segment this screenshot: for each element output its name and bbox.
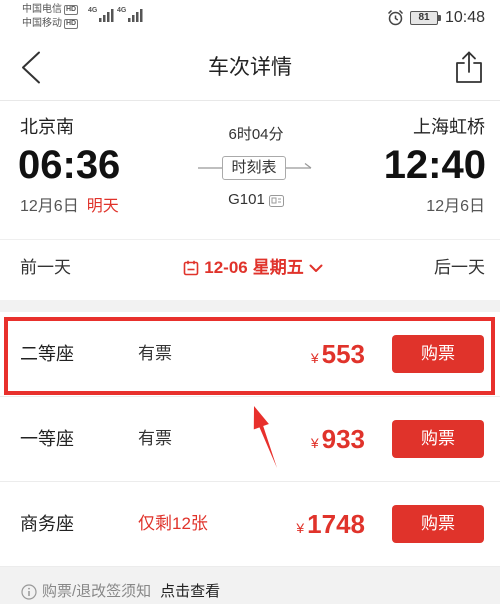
train-detail-screen: 中国电信 HD 中国移动 HD 4G 4G 81 10:48 车次详情 北京南 … (0, 0, 500, 604)
arrival-station: 上海虹桥 (413, 117, 485, 137)
seat-class: 一等座 (20, 429, 74, 449)
departure-date: 12月6日 明天 (20, 197, 119, 217)
alarm-clock-icon (387, 9, 404, 26)
currency-symbol: ¥ (310, 350, 319, 366)
header-divider (0, 100, 500, 101)
seat-row: 商务座 仅剩12张 ¥1748 购票 (0, 482, 500, 567)
network-type: 4G (88, 7, 98, 14)
buy-button[interactable]: 购票 (392, 420, 484, 458)
back-button[interactable] (18, 51, 44, 85)
seat-class: 商务座 (20, 514, 74, 534)
seat-availability: 仅剩12张 (138, 514, 208, 533)
chevron-down-icon (309, 264, 323, 272)
page-title: 车次详情 (208, 56, 292, 79)
carrier-1: 中国电信 HD (22, 3, 79, 17)
arrival-time: 12:40 (383, 143, 486, 187)
footer-notice-bar: 购票/退改签须知 点击查看 (0, 567, 500, 604)
battery-nub (438, 15, 441, 21)
departure-time: 06:36 (18, 143, 121, 187)
timetable-link[interactable]: 时刻表 (196, 155, 316, 181)
price-value: 553 (321, 339, 365, 369)
notice-text: 购票/退改签须知 (42, 583, 152, 600)
section-separator (0, 300, 500, 312)
status-time: 10:48 (444, 9, 485, 26)
current-weekday: 星期五 (252, 258, 304, 277)
hd-badge: HD (64, 19, 79, 29)
timetable-button[interactable]: 时刻表 (222, 156, 286, 180)
day-tag: 明天 (86, 198, 119, 215)
carrier-info: 中国电信 HD 中国移动 HD (22, 3, 79, 31)
currency-symbol: ¥ (296, 520, 305, 536)
train-number: G101 (228, 191, 265, 208)
train-number-row: G101 (196, 190, 316, 210)
trip-divider (0, 239, 500, 240)
id-card-icon (268, 194, 284, 207)
buy-button[interactable]: 购票 (392, 505, 484, 543)
currency-symbol: ¥ (310, 435, 319, 451)
seat-price: ¥553 (311, 339, 365, 374)
battery-level: 81 (410, 11, 438, 25)
footer-notice: 购票/退改签须知 点击查看 (21, 582, 220, 602)
current-date: 12-06 (204, 258, 248, 277)
carrier-name: 中国电信 (22, 4, 62, 15)
price-value: 1748 (307, 509, 365, 539)
seat-price: ¥933 (311, 424, 365, 459)
signal-indicator-1: 4G (88, 7, 116, 23)
network-type: 4G (117, 7, 127, 14)
calendar-icon (183, 260, 199, 276)
seat-row: 二等座 有票 ¥553 购票 (0, 312, 500, 397)
price-value: 933 (321, 424, 365, 454)
carrier-name: 中国移动 (22, 18, 62, 29)
next-day-button[interactable]: 后一天 (434, 257, 485, 279)
status-bar: 中国电信 HD 中国移动 HD 4G 4G 81 10:48 (0, 0, 500, 38)
date-picker[interactable]: 12-06 星期五 (128, 256, 378, 280)
prev-day-button[interactable]: 前一天 (20, 257, 71, 279)
departure-date-text: 12月6日 (20, 198, 79, 215)
share-button[interactable] (454, 50, 484, 84)
battery-icon: 81 (410, 11, 442, 25)
seat-availability: 有票 (138, 344, 172, 363)
trip-duration: 6时04分 (228, 126, 284, 143)
signal-indicator-2: 4G (117, 7, 145, 23)
seat-availability: 有票 (138, 429, 172, 448)
seat-class: 二等座 (20, 344, 74, 364)
info-circle-icon (21, 584, 37, 600)
view-details-link[interactable]: 点击查看 (160, 582, 220, 602)
share-icon (456, 51, 482, 83)
buy-button[interactable]: 购票 (392, 335, 484, 373)
seat-list: 二等座 有票 ¥553 购票 一等座 有票 ¥933 购票 商务座 仅剩12张 … (0, 312, 500, 567)
arrival-date: 12月6日 (426, 198, 485, 215)
carrier-2: 中国移动 HD (22, 17, 79, 31)
departure-station: 北京南 (20, 117, 74, 137)
chevron-left-icon (22, 51, 40, 84)
hd-badge: HD (64, 5, 79, 15)
seat-row: 一等座 有票 ¥933 购票 (0, 397, 500, 482)
seat-price: ¥1748 (296, 509, 365, 544)
